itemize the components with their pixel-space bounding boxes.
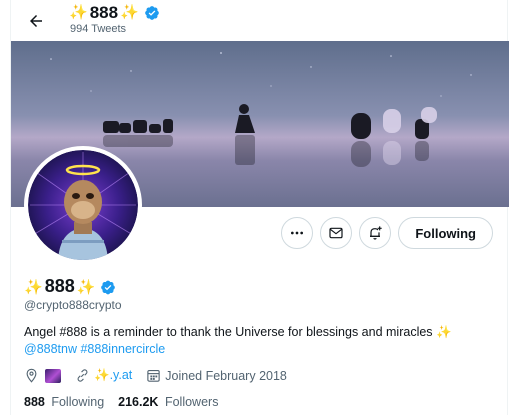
location-image <box>45 368 61 383</box>
header-display-name: ✨ 888 ✨ <box>69 3 160 23</box>
profile-meta: ✨.y.at Joined February 2018 <box>24 368 301 383</box>
website-item: ✨.y.at <box>75 368 132 383</box>
sparkle-emoji: ✨ <box>24 278 43 296</box>
avatar-image <box>28 150 138 260</box>
following-count-label: Following <box>51 395 105 409</box>
sparkle-emoji: ✨ <box>120 4 139 21</box>
profile-actions: Following <box>281 217 493 249</box>
profile-avatar[interactable] <box>24 146 142 264</box>
followers-count-label: Followers <box>164 395 219 409</box>
user-handle: @crypto888crypto <box>24 298 122 312</box>
sparkle-emoji: ✨ <box>76 278 96 296</box>
following-button[interactable]: Following <box>398 217 493 249</box>
sparkle-emoji: ✨ <box>69 4 88 21</box>
website-link[interactable]: ✨.y.at <box>94 368 132 383</box>
followers-count: 216.2K <box>118 395 159 409</box>
bell-plus-icon <box>370 226 383 240</box>
more-button[interactable] <box>281 217 314 249</box>
display-name-text: 888 <box>44 276 75 296</box>
bio-text: Angel #888 is a reminder to thank the Un… <box>24 325 452 339</box>
bio-hashtag-link[interactable]: #888innercircle <box>80 342 165 356</box>
bio-mention-link[interactable]: @888tnw <box>24 342 77 356</box>
joined-date: Joined February 2018 <box>165 368 287 383</box>
back-button[interactable] <box>21 6 51 36</box>
profile-page: ✨ 888 ✨ 994 Tweets Following ✨ 888 ✨ @cr… <box>10 0 509 415</box>
following-count-link[interactable]: 888 Following <box>24 395 104 409</box>
profile-bio: Angel #888 is a reminder to thank the Un… <box>24 324 494 358</box>
notifications-button[interactable] <box>359 217 392 249</box>
location-item <box>24 368 61 383</box>
profile-header: ✨ 888 ✨ 994 Tweets <box>11 0 509 42</box>
location-pin-icon <box>26 368 37 383</box>
verified-badge-icon <box>100 279 116 295</box>
arrow-left-icon <box>30 15 42 27</box>
follow-counts: 888 Following 216.2K Followers <box>24 395 232 409</box>
verified-badge-icon <box>144 5 160 21</box>
joined-item: Joined February 2018 <box>146 368 287 383</box>
tweet-count: 994 Tweets <box>70 23 127 35</box>
following-count: 888 <box>24 395 45 409</box>
display-name: ✨ 888 ✨ <box>24 276 116 297</box>
envelope-icon <box>329 227 343 239</box>
message-button[interactable] <box>320 217 353 249</box>
more-horizontal-icon <box>291 231 304 235</box>
header-name-text: 888 <box>89 3 119 22</box>
calendar-icon <box>147 369 160 382</box>
link-icon <box>77 369 88 382</box>
followers-count-link[interactable]: 216.2K Followers <box>118 395 218 409</box>
